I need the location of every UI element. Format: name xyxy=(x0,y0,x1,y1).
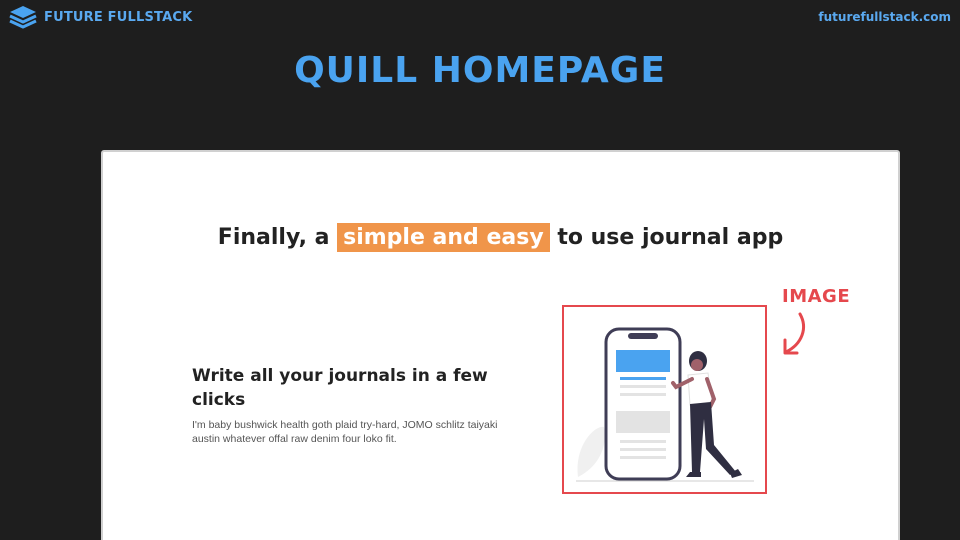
brand[interactable]: FUTURE FULLSTACK xyxy=(8,5,192,29)
hero-headline: Finally, a simple and easy to use journa… xyxy=(103,223,898,252)
feature-title: Write all your journals in a few clicks xyxy=(192,366,488,410)
woman-with-phone-illustration xyxy=(576,327,754,482)
hero-headline-highlight: simple and easy xyxy=(337,223,550,252)
brand-name: FUTURE FULLSTACK xyxy=(44,9,193,25)
image-placeholder-box xyxy=(562,305,767,494)
feature-body: I'm baby bushwick health goth plaid try-… xyxy=(192,419,498,445)
hero-headline-before: Finally, a xyxy=(217,225,330,250)
hero-headline-after: to use journal app xyxy=(557,225,784,250)
site-url[interactable]: futurefullstack.com xyxy=(818,10,951,24)
curved-arrow-icon xyxy=(783,312,805,355)
annotation-label: IMAGE xyxy=(782,286,851,307)
stacked-layers-icon xyxy=(9,6,37,29)
slide-title: QUILL HOMEPAGE xyxy=(294,50,666,91)
